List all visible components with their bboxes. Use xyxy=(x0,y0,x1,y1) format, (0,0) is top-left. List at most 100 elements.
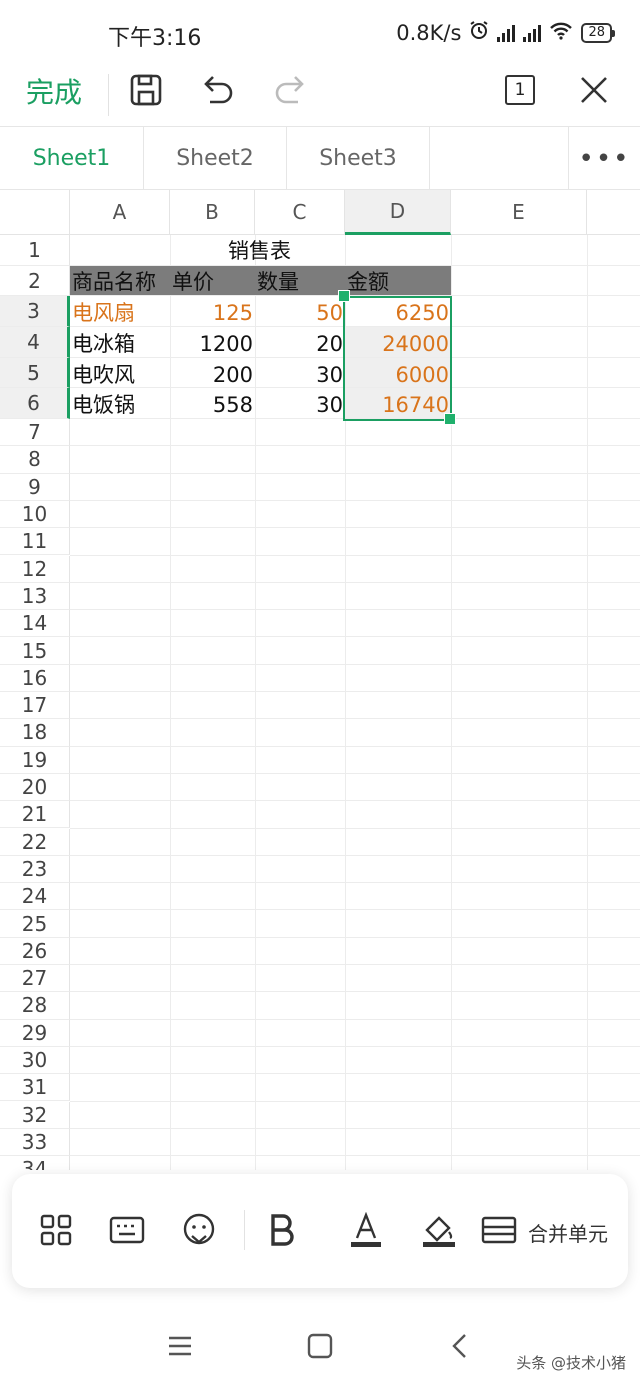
row-header-22[interactable]: 22 xyxy=(0,828,70,856)
grid-line xyxy=(70,472,640,474)
cell-a3[interactable]: 电风扇 xyxy=(72,298,135,328)
done-button[interactable]: 完成 xyxy=(26,71,82,111)
select-all-corner[interactable] xyxy=(0,190,70,235)
row-header-32[interactable]: 32 xyxy=(0,1101,70,1129)
row-header-21[interactable]: 21 xyxy=(0,801,70,829)
watermark: 头条 @技术小猪 xyxy=(516,1354,626,1372)
column-header-e[interactable]: E xyxy=(451,190,587,235)
row-header-16[interactable]: 16 xyxy=(0,664,70,692)
bold-icon[interactable] xyxy=(262,1210,302,1250)
cell-b3[interactable]: 125 xyxy=(170,298,253,328)
spreadsheet-grid[interactable]: A B C D E 1 2 3 4 5 6 7 8 9 10 11 12 13 14 15 16 17 18 19 2… xyxy=(0,190,640,1170)
font-color-icon[interactable] xyxy=(346,1210,386,1250)
row-header-13[interactable]: 13 xyxy=(0,582,70,611)
row-header-4[interactable]: 4 xyxy=(0,327,70,358)
toolbar-divider xyxy=(108,74,109,116)
merge-cells-label[interactable]: 合并单元 xyxy=(528,1218,608,1247)
cell-b6[interactable]: 558 xyxy=(170,390,253,420)
selection-handle-top[interactable] xyxy=(338,290,350,302)
row-header-24[interactable]: 24 xyxy=(0,883,70,911)
grid-line xyxy=(70,609,640,611)
undo-icon[interactable] xyxy=(198,70,238,110)
row-header-15[interactable]: 15 xyxy=(0,637,70,665)
row-header-17[interactable]: 17 xyxy=(0,692,70,720)
row-header-9[interactable]: 9 xyxy=(0,473,70,501)
column-header-b[interactable]: B xyxy=(170,190,255,235)
row-header-18[interactable]: 18 xyxy=(0,719,70,747)
format-divider xyxy=(244,1210,245,1250)
row-header-27[interactable]: 27 xyxy=(0,965,70,993)
cell-a5[interactable]: 电吹风 xyxy=(72,360,135,390)
redo-icon[interactable] xyxy=(270,70,310,110)
row-header-30[interactable]: 30 xyxy=(0,1046,70,1075)
back-icon[interactable] xyxy=(440,1326,480,1366)
status-bar: 下午3:16 0.8K/s 28 xyxy=(0,0,640,66)
row-header-25[interactable]: 25 xyxy=(0,910,70,938)
selection-handle-bottom[interactable] xyxy=(444,413,456,425)
cell-c4[interactable]: 20 xyxy=(255,329,343,359)
sheet-title-cell[interactable]: 销售表 xyxy=(228,236,291,266)
grid-line xyxy=(70,554,640,556)
selection-box[interactable] xyxy=(343,296,452,421)
cell-b4[interactable]: 1200 xyxy=(170,329,253,359)
cell-c3[interactable]: 50 xyxy=(255,298,343,328)
tab-sheet3[interactable]: Sheet3 xyxy=(287,127,430,190)
cell-b5[interactable]: 200 xyxy=(170,360,253,390)
header-cell-amount[interactable]: 金额 xyxy=(347,267,389,297)
merge-cells-icon[interactable] xyxy=(479,1210,519,1250)
more-tabs-icon[interactable]: ••• xyxy=(568,127,640,190)
row-header-12[interactable]: 12 xyxy=(0,555,70,583)
row-header-8[interactable]: 8 xyxy=(0,446,70,474)
row-header-6[interactable]: 6 xyxy=(0,388,70,419)
column-header-f[interactable] xyxy=(587,190,640,235)
cell-c5[interactable]: 30 xyxy=(255,360,343,390)
column-header-d[interactable]: D xyxy=(345,190,451,235)
row-header-14[interactable]: 14 xyxy=(0,610,70,638)
header-cell-name[interactable]: 商品名称 xyxy=(72,267,156,297)
column-header-c[interactable]: C xyxy=(255,190,345,235)
grid-line xyxy=(70,909,640,911)
column-header-a[interactable]: A xyxy=(70,190,170,235)
row-header-20[interactable]: 20 xyxy=(0,773,70,802)
grid-line xyxy=(70,854,640,856)
cell-a6[interactable]: 电饭锅 xyxy=(72,390,135,420)
grid-line xyxy=(70,1018,640,1020)
tab-sheet2[interactable]: Sheet2 xyxy=(144,127,287,190)
page-count-button[interactable]: 1 xyxy=(500,70,540,110)
header-cell-price[interactable]: 单价 xyxy=(172,267,214,297)
row-header-2[interactable]: 2 xyxy=(0,266,70,296)
row-header-11[interactable]: 11 xyxy=(0,528,70,556)
grid-line xyxy=(587,235,588,1170)
save-icon[interactable] xyxy=(126,70,166,110)
row-header-34[interactable]: 34 xyxy=(0,1156,70,1170)
row-header-19[interactable]: 19 xyxy=(0,746,70,774)
grid-line xyxy=(70,964,640,965)
apps-grid-icon[interactable] xyxy=(36,1210,76,1250)
row-header-5[interactable]: 5 xyxy=(0,358,70,388)
row-header-33[interactable]: 33 xyxy=(0,1128,70,1157)
grid-line xyxy=(70,882,640,884)
battery-icon: 28 xyxy=(581,22,615,43)
row-header-28[interactable]: 28 xyxy=(0,992,70,1020)
cell-style-icon[interactable] xyxy=(179,1210,219,1250)
sheet-tabs: Sheet1 Sheet2 Sheet3 ••• xyxy=(0,126,640,190)
tab-sheet1[interactable]: Sheet1 xyxy=(0,127,144,190)
cell-a4[interactable]: 电冰箱 xyxy=(72,329,135,359)
close-icon[interactable] xyxy=(574,70,614,110)
cell-c6[interactable]: 30 xyxy=(255,390,343,420)
grid-line xyxy=(70,691,640,692)
menu-icon[interactable] xyxy=(160,1326,200,1366)
row-header-10[interactable]: 10 xyxy=(0,500,70,529)
row-header-3[interactable]: 3 xyxy=(0,296,70,327)
home-icon[interactable] xyxy=(300,1326,340,1366)
row-header-26[interactable]: 26 xyxy=(0,937,70,965)
fill-color-icon[interactable] xyxy=(419,1210,459,1250)
row-header-23[interactable]: 23 xyxy=(0,855,70,884)
row-header-31[interactable]: 31 xyxy=(0,1074,70,1102)
row-header-29[interactable]: 29 xyxy=(0,1019,70,1047)
keyboard-icon[interactable] xyxy=(107,1210,147,1250)
row-header-1[interactable]: 1 xyxy=(0,235,70,266)
row-header-7[interactable]: 7 xyxy=(0,419,70,447)
grid-line xyxy=(70,800,640,802)
header-cell-qty[interactable]: 数量 xyxy=(257,267,299,297)
